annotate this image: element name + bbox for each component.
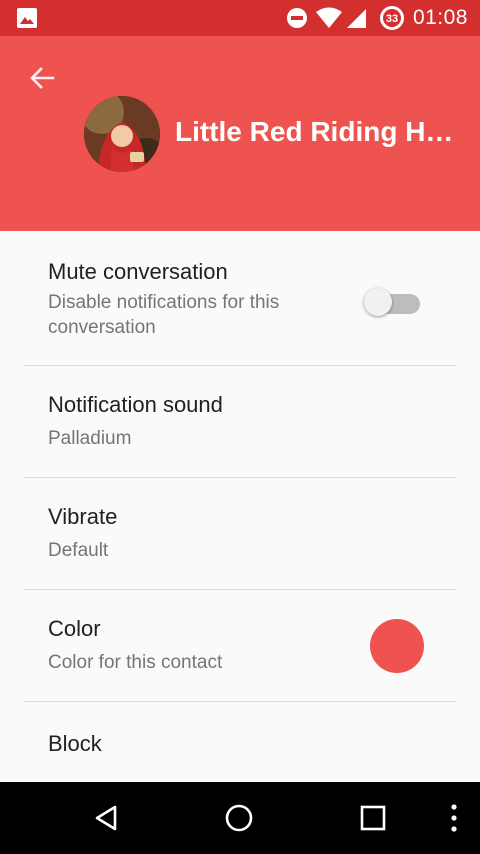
battery-level: 33 xyxy=(386,13,398,25)
vibrate-row[interactable]: Vibrate Default xyxy=(24,478,456,590)
recents-square-icon[interactable] xyxy=(351,796,395,840)
battery-icon: 33 xyxy=(378,0,406,36)
color-subtitle: Color for this contact xyxy=(48,652,223,673)
block-title: Block xyxy=(48,731,102,756)
mute-subtitle: Disable notifications for this conversat… xyxy=(48,292,280,338)
color-title: Color xyxy=(48,616,101,641)
app-bar: Little Red Riding H… xyxy=(0,36,480,231)
notification-sound-value: Palladium xyxy=(48,428,132,449)
vibrate-value: Default xyxy=(48,540,109,561)
contact-color-swatch[interactable] xyxy=(370,619,424,673)
mute-toggle[interactable] xyxy=(364,284,424,318)
status-time: 01:08 xyxy=(412,6,468,29)
overflow-menu-icon[interactable] xyxy=(432,796,476,840)
contact-name-title: Little Red Riding H… xyxy=(175,116,454,147)
block-row[interactable]: Block xyxy=(24,702,456,782)
back-arrow-icon[interactable] xyxy=(26,62,58,94)
back-triangle-icon[interactable] xyxy=(84,796,128,840)
status-bar: 33 01:08 xyxy=(0,0,480,36)
wifi-icon xyxy=(314,0,344,36)
navigation-bar xyxy=(0,782,480,854)
mute-conversation-row[interactable]: Mute conversation Disable notifications … xyxy=(24,231,456,366)
do-not-disturb-icon xyxy=(284,0,310,36)
toggle-thumb xyxy=(364,288,392,316)
notification-sound-row[interactable]: Notification sound Palladium xyxy=(24,366,456,478)
image-notification-icon xyxy=(14,0,40,36)
notification-sound-title: Notification sound xyxy=(48,392,223,417)
home-circle-icon[interactable] xyxy=(217,796,261,840)
contact-avatar[interactable] xyxy=(84,96,160,172)
cell-signal-icon xyxy=(344,0,368,36)
vibrate-title: Vibrate xyxy=(48,504,118,529)
settings-list: Mute conversation Disable notifications … xyxy=(0,231,480,782)
mute-title: Mute conversation xyxy=(48,259,228,284)
color-row[interactable]: Color Color for this contact xyxy=(24,590,456,702)
